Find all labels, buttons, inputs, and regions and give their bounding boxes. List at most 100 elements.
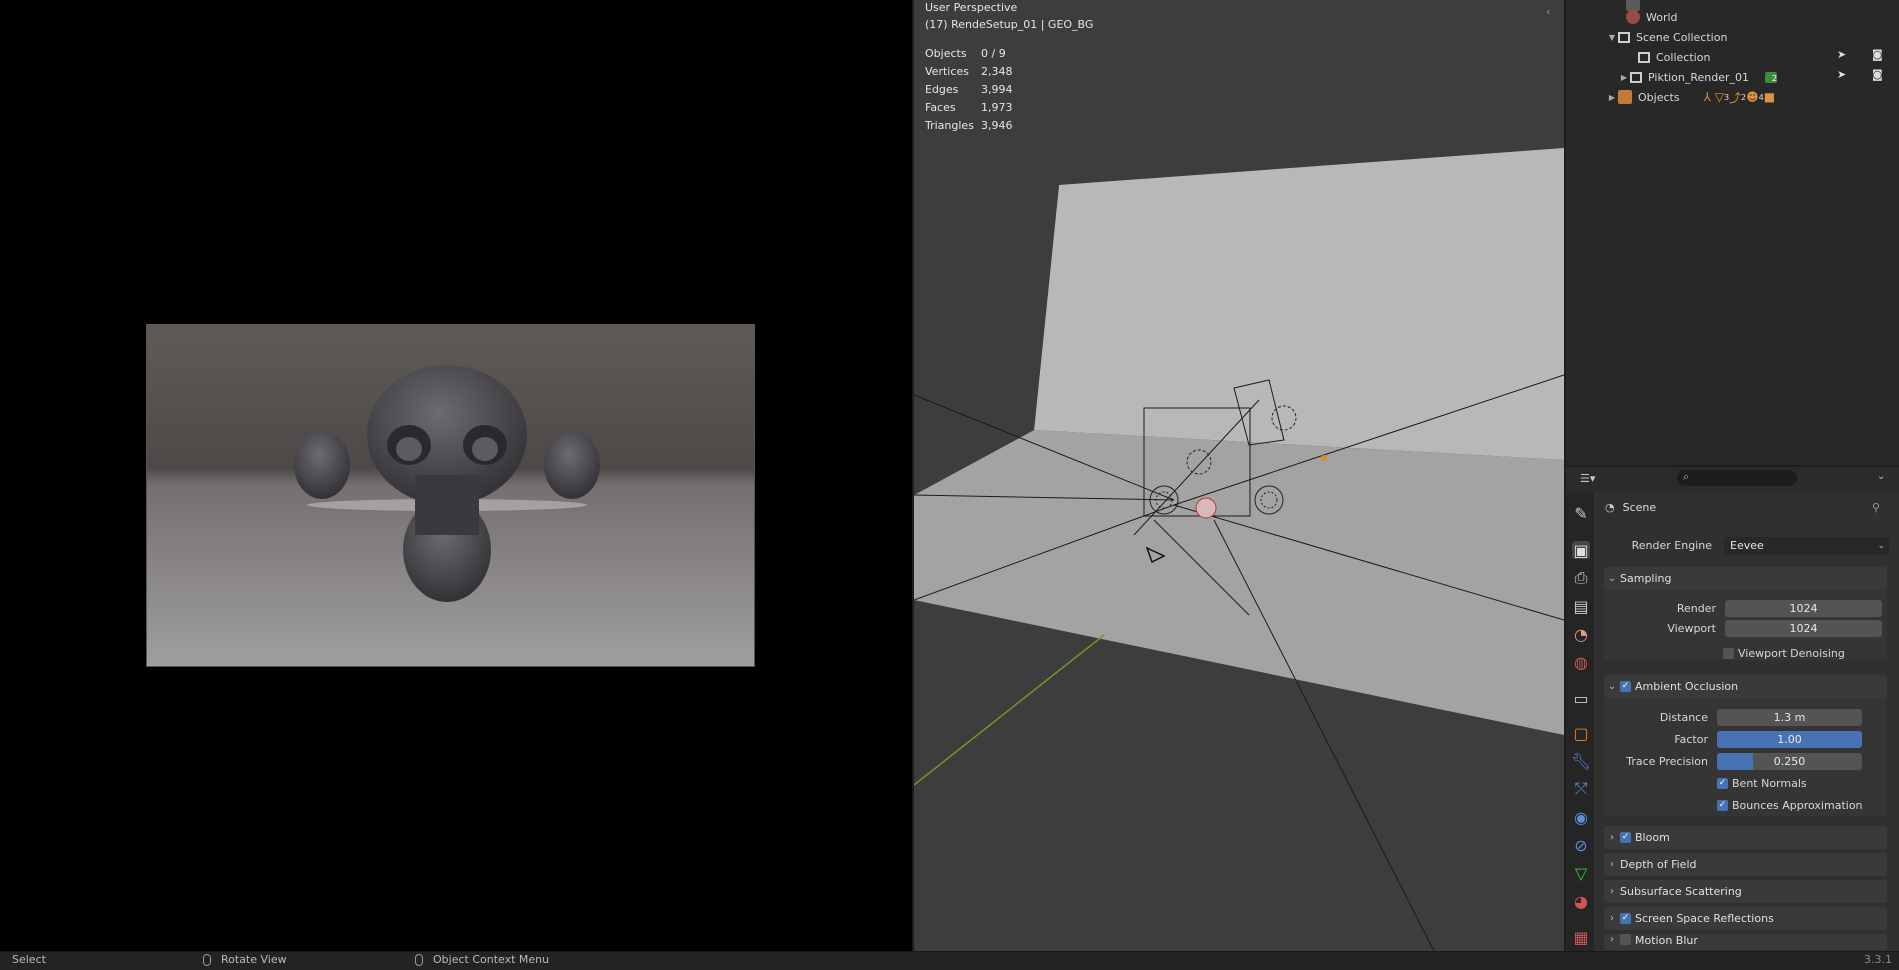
ao-factor-slider[interactable]: 1.00 — [1717, 731, 1862, 748]
checkbox-icon[interactable] — [1723, 648, 1734, 659]
outliner-item-world[interactable]: World — [1626, 7, 1678, 27]
tab-material-icon[interactable]: ◕ — [1572, 892, 1590, 911]
tab-scene-icon[interactable]: ◔ — [1572, 625, 1590, 644]
bloom-enable-checkbox[interactable]: ✓ — [1620, 832, 1631, 843]
render-engine-select[interactable]: Eevee ⌄ — [1724, 537, 1889, 555]
3d-viewport[interactable]: User Perspective (17) RendeSetup_01 | GE… — [914, 0, 1564, 951]
tab-world-icon[interactable]: ◍ — [1572, 653, 1590, 672]
viewport-samples-field[interactable]: 1024 — [1725, 620, 1882, 637]
chevron-down-icon: ⌄ — [1877, 541, 1885, 551]
bounces-approximation-checkbox[interactable]: ✓ Bounces Approximation — [1717, 799, 1863, 812]
tab-render-icon[interactable]: ▣ — [1572, 541, 1590, 560]
tab-collection-icon[interactable]: ▭ — [1572, 689, 1590, 708]
chevron-right-icon: › — [1610, 886, 1614, 897]
tab-view-layer-icon[interactable]: ▤ — [1572, 597, 1590, 616]
collection-box-icon — [1638, 51, 1650, 63]
ao-trace-precision-label: Trace Precision — [1626, 755, 1708, 768]
tab-particles-icon[interactable]: ⤲ — [1572, 779, 1590, 798]
ao-distance-field[interactable]: 1.3 m — [1717, 709, 1862, 726]
dof-panel-header[interactable]: › Depth of Field — [1604, 853, 1887, 876]
chevron-down-icon: ⌄ — [1607, 573, 1617, 584]
search-icon: ⌕ — [1683, 470, 1690, 483]
selectable-arrow-icon[interactable]: ➤ — [1837, 48, 1846, 61]
bent-normals-checkbox[interactable]: ✓ Bent Normals — [1717, 777, 1807, 790]
render-engine-label: Render Engine — [1631, 539, 1712, 552]
collection-box-icon — [1618, 31, 1630, 43]
rendered-suzanne-image — [147, 325, 754, 666]
ssr-enable-checkbox[interactable]: ✓ — [1620, 913, 1631, 924]
chevron-right-icon: › — [1610, 913, 1614, 924]
expand-triangle-icon[interactable]: ▶ — [1606, 93, 1618, 102]
ao-panel-header[interactable]: ⌄ ✓ Ambient Occlusion — [1604, 675, 1887, 698]
stat-faces: Faces 1,973 — [925, 101, 1013, 114]
mouse-middle-icon — [203, 953, 211, 966]
render-camera-icon[interactable]: ◙ — [1872, 48, 1883, 61]
tab-physics-icon[interactable]: ◉ — [1572, 808, 1590, 827]
expand-triangle-icon[interactable]: ▶ — [1618, 73, 1630, 82]
ao-trace-precision-fill — [1717, 753, 1754, 770]
ao-distance-label: Distance — [1659, 711, 1708, 724]
tab-modifier-icon[interactable]: 🔧︎ — [1571, 752, 1591, 771]
ao-trace-precision-slider[interactable]: 0.250 — [1717, 753, 1862, 770]
sampling-panel-header[interactable]: ⌄ Sampling — [1604, 567, 1887, 590]
sidebar-toggle-icon[interactable]: ‹ — [1546, 5, 1550, 18]
version-label: 3.3.1 — [1864, 953, 1892, 966]
stat-vertices: Vertices 2,348 — [925, 65, 1013, 78]
tab-object-icon[interactable]: ▢ — [1572, 724, 1590, 743]
motion-blur-enable-checkbox[interactable] — [1620, 934, 1631, 945]
checkbox-icon[interactable]: ✓ — [1717, 800, 1728, 811]
viewport-scene — [914, 148, 1564, 951]
view-context-label: (17) RendeSetup_01 | GEO_BG — [925, 18, 1094, 31]
mouse-right-icon — [415, 953, 423, 966]
render-image — [146, 324, 755, 667]
bloom-panel-header[interactable]: › ✓ Bloom — [1604, 826, 1887, 849]
object-type-icons: ⅄ ▽ — [1703, 90, 1724, 104]
tab-texture-icon[interactable]: ▦ — [1572, 928, 1590, 947]
collection-box-icon — [1630, 71, 1642, 83]
chevron-right-icon: › — [1610, 859, 1614, 870]
motion-blur-panel-header[interactable]: › Motion Blur — [1604, 934, 1887, 950]
chevron-down-icon: ⌄ — [1607, 681, 1617, 692]
viewport-denoising-checkbox[interactable]: Viewport Denoising — [1723, 647, 1845, 660]
outliner-item-render-collection[interactable]: ▶ Piktion_Render_01 2 — [1618, 67, 1778, 87]
render-camera-icon[interactable]: ◙ — [1872, 68, 1883, 81]
ssr-panel-header[interactable]: › ✓ Screen Space Reflections — [1604, 907, 1887, 930]
outliner-item-collection[interactable]: Collection — [1638, 47, 1710, 67]
tab-constraints-icon[interactable]: ⊘ — [1572, 836, 1590, 855]
stat-objects: Objects 0 / 9 — [925, 47, 1006, 60]
tab-data-icon[interactable]: ▽ — [1572, 864, 1590, 883]
selectable-arrow-icon[interactable]: ➤ — [1837, 68, 1846, 81]
ao-enable-checkbox[interactable]: ✓ — [1620, 681, 1631, 692]
status-rotate-view: Rotate View — [203, 953, 287, 966]
tab-output-icon[interactable]: ⎙ — [1572, 568, 1590, 587]
objects-icon — [1618, 90, 1632, 104]
chevron-down-icon[interactable]: ⌄ — [1877, 471, 1885, 482]
status-context-menu: Object Context Menu — [415, 953, 549, 966]
pin-icon[interactable]: ⚲ — [1872, 501, 1880, 514]
render-samples-field[interactable]: 1024 — [1725, 600, 1882, 617]
ao-factor-label: Factor — [1674, 733, 1708, 746]
outliner[interactable]: World ▼ Scene Collection Collection ▶ Pi… — [1566, 0, 1899, 465]
camera-icon: ■ — [1763, 90, 1776, 104]
editor-type-icon[interactable]: ☰▾ — [1580, 472, 1600, 486]
status-select: Select — [12, 953, 46, 966]
properties-context: ◔ Scene — [1605, 501, 1657, 514]
render-preview-area[interactable] — [0, 0, 912, 951]
stat-edges: Edges 3,994 — [925, 83, 1013, 96]
properties-search-input[interactable]: ⌕ — [1677, 470, 1797, 486]
tab-tool-icon[interactable]: ✎ — [1572, 504, 1590, 523]
view-perspective-label: User Perspective — [925, 1, 1018, 14]
viewport-samples-label: Viewport — [1667, 622, 1716, 635]
expand-triangle-icon[interactable]: ▼ — [1606, 33, 1618, 42]
render-samples-label: Render — [1676, 602, 1716, 615]
world-icon — [1626, 10, 1640, 24]
scene-icon: ◔ — [1605, 501, 1615, 514]
chevron-right-icon: › — [1610, 934, 1614, 945]
checkbox-icon[interactable]: ✓ — [1717, 778, 1728, 789]
chevron-right-icon: › — [1610, 832, 1614, 843]
outliner-item-scene-collection[interactable]: ▼ Scene Collection — [1606, 27, 1728, 47]
outliner-item-objects[interactable]: ▶ Objects ⅄ ▽ 3 ⤴ 2 ☻ 4 ■ — [1606, 87, 1775, 107]
sss-panel-header[interactable]: › Subsurface Scattering — [1604, 880, 1887, 903]
stat-triangles: Triangles 3,946 — [925, 119, 1013, 132]
collection-badge-icon: 2 — [1765, 71, 1778, 83]
